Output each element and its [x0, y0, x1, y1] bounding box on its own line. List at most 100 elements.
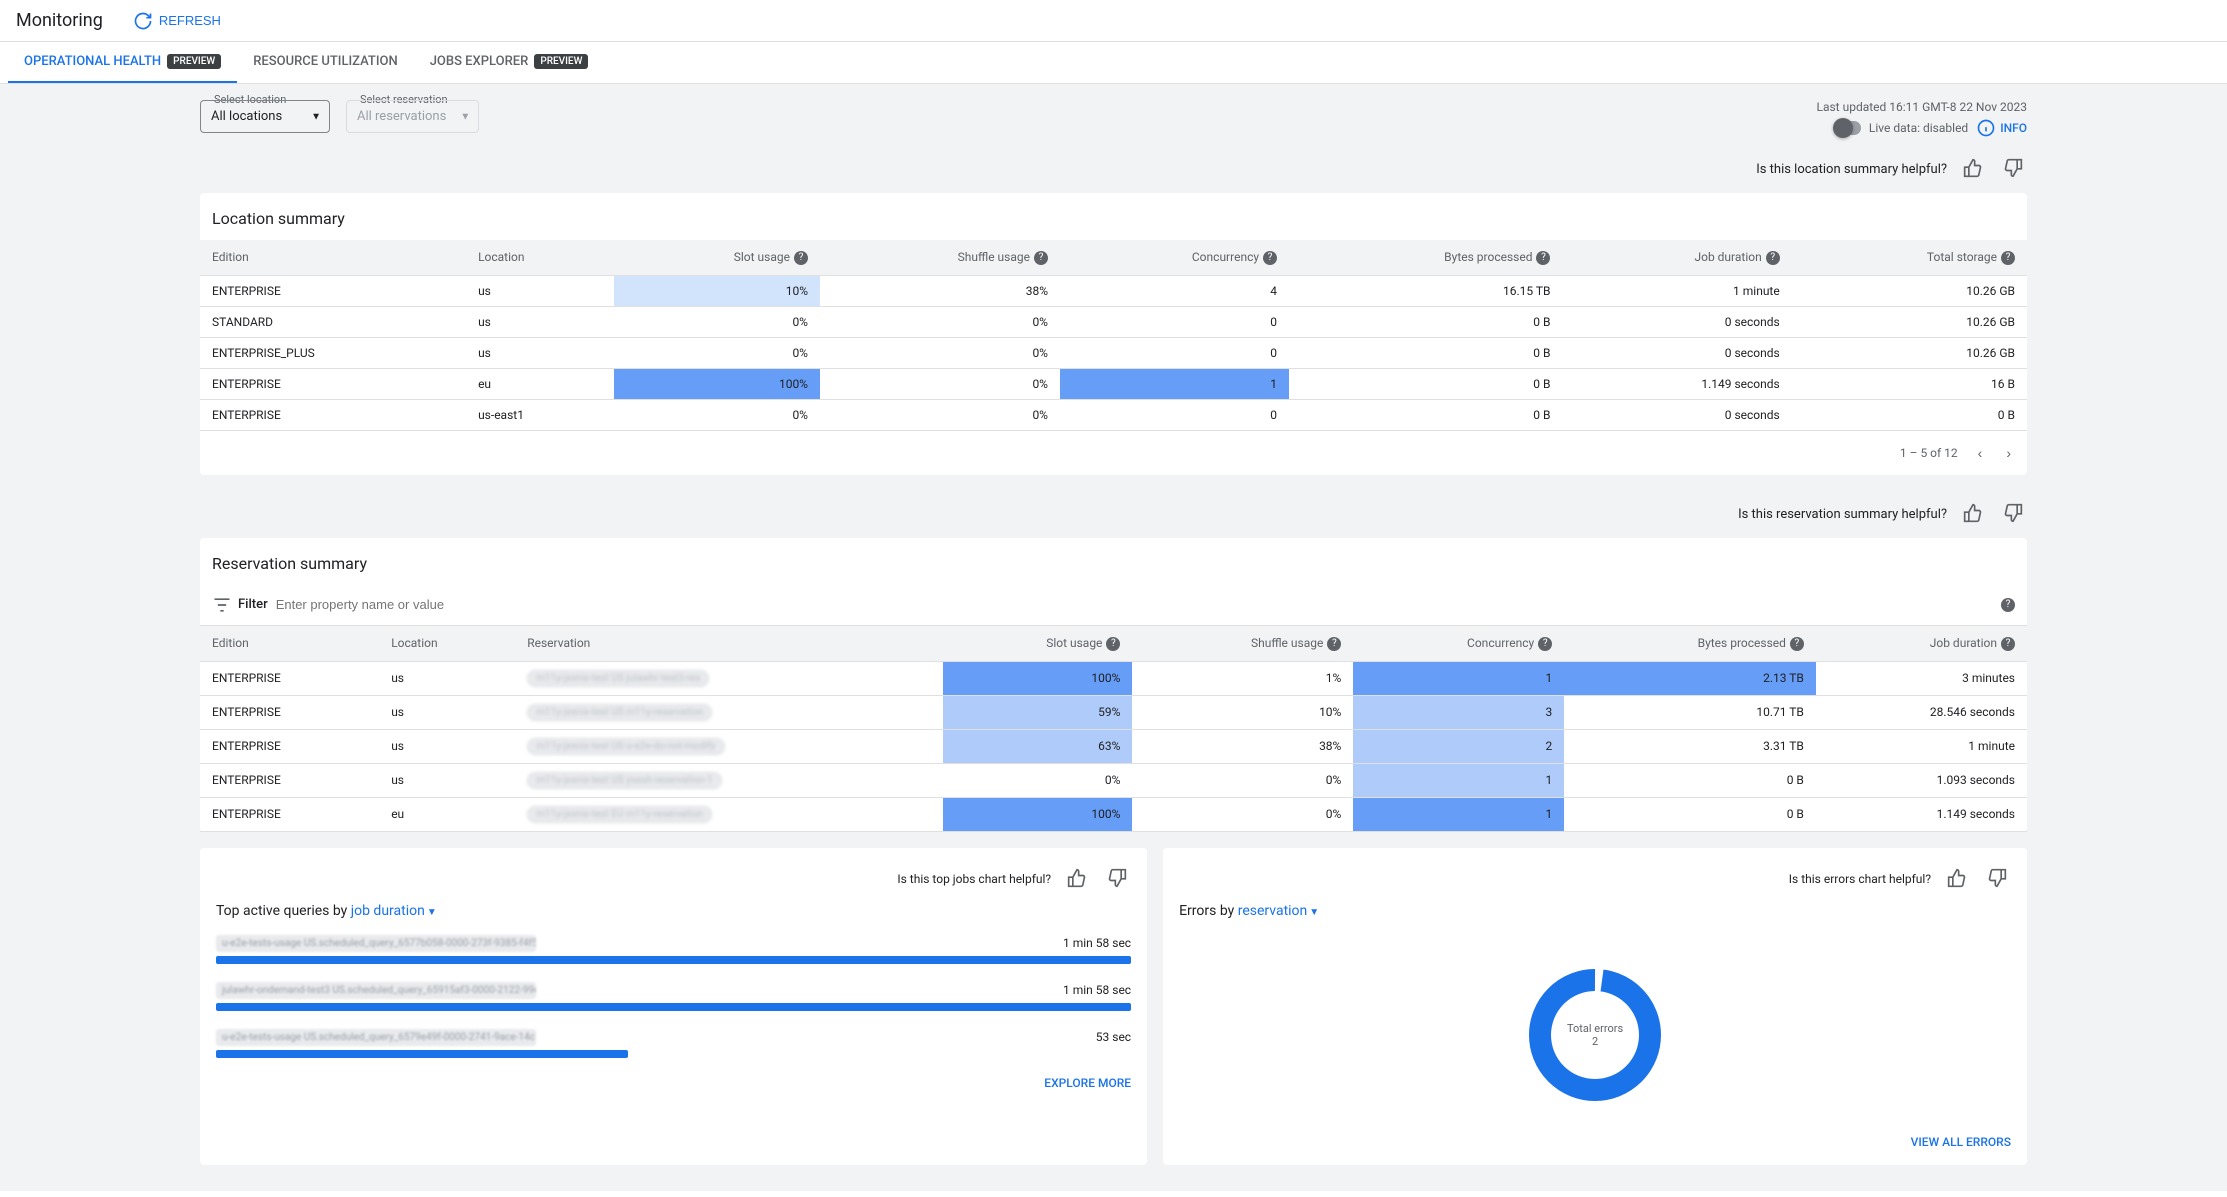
help-icon[interactable]: ? [1327, 637, 1341, 651]
cell-total-storage: 10.26 GB [1792, 275, 2027, 306]
errors-card: Is this errors chart helpful? Errors by … [1163, 848, 2027, 1165]
help-icon[interactable]: ? [1538, 637, 1552, 651]
cell-reservation: m11y-jxxnix-test US m11y-reservation [515, 695, 942, 729]
thumbs-up-icon [1963, 158, 1983, 178]
thumbs-up-icon [1963, 503, 1983, 523]
thumbs-up-icon [1067, 868, 1087, 888]
cell-shuffle-usage: 0% [820, 399, 1060, 430]
cell-concurrency: 1 [1353, 763, 1564, 797]
cell-edition: ENTERPRISE [200, 275, 466, 306]
help-icon[interactable]: ? [1536, 251, 1550, 265]
reservation-summary-section: Reservation summary Filter ? Edition Loc… [200, 538, 2027, 832]
help-icon[interactable]: ? [2001, 598, 2015, 612]
table-row: ENTERPRISE us-east1 0% 0% 0 0 B 0 second… [200, 399, 2027, 430]
prev-page-button[interactable]: ‹ [1974, 441, 1987, 465]
group-dropdown[interactable]: reservation▼ [1238, 903, 1319, 919]
section-title: Location summary [200, 193, 2027, 240]
sort-dropdown[interactable]: job duration▼ [351, 903, 437, 919]
help-icon[interactable]: ? [1263, 251, 1277, 265]
query-bar [216, 1050, 628, 1058]
table-row: ENTERPRISE us m11y-jxxnix-test US ysesh-… [200, 763, 2027, 797]
help-icon[interactable]: ? [2001, 637, 2015, 651]
cell-location: us [379, 729, 515, 763]
section-title: Reservation summary [200, 538, 2027, 585]
cell-slot-usage: 0% [614, 399, 820, 430]
cell-total-storage: 10.26 GB [1792, 306, 2027, 337]
help-icon[interactable]: ? [2001, 251, 2015, 265]
filter-input[interactable] [276, 597, 1993, 612]
cell-total-storage: 16 B [1792, 368, 2027, 399]
tab-jobs-explorer[interactable]: JOBS EXPLORER PREVIEW [414, 42, 605, 83]
cell-reservation: m11y-jxxnix-test US julawhr-test3-res [515, 661, 942, 695]
cell-bytes-processed: 0 B [1289, 337, 1562, 368]
cell-job-duration: 28.546 seconds [1816, 695, 2027, 729]
page-title: Monitoring [16, 10, 103, 31]
thumbs-up-button[interactable] [1063, 864, 1091, 895]
cell-slot-usage: 0% [614, 337, 820, 368]
cell-shuffle-usage: 0% [1132, 797, 1353, 831]
cell-edition: ENTERPRISE [200, 763, 379, 797]
tab-operational-health[interactable]: OPERATIONAL HEALTH PREVIEW [8, 42, 237, 83]
thumbs-down-button[interactable] [1983, 864, 2011, 895]
refresh-button[interactable]: REFRESH [133, 11, 221, 31]
cell-bytes-processed: 0 B [1564, 797, 1816, 831]
refresh-label: REFRESH [159, 13, 221, 28]
cell-job-duration: 1.149 seconds [1816, 797, 2027, 831]
cell-shuffle-usage: 38% [1132, 729, 1353, 763]
tab-resource-utilization[interactable]: RESOURCE UTILIZATION [237, 42, 413, 83]
table-row: ENTERPRISE us 10% 38% 4 16.15 TB 1 minut… [200, 275, 2027, 306]
explore-more-link[interactable]: EXPLORE MORE [216, 1076, 1131, 1090]
thumbs-down-icon [2003, 158, 2023, 178]
thumbs-down-button[interactable] [1999, 154, 2027, 185]
thumbs-down-button[interactable] [1103, 864, 1131, 895]
cell-job-duration: 1 minute [1562, 275, 1791, 306]
help-icon[interactable]: ? [1790, 637, 1804, 651]
pagination-range: 1 – 5 of 12 [1900, 446, 1958, 460]
cell-job-duration: 3 minutes [1816, 661, 2027, 695]
cell-bytes-processed: 3.31 TB [1564, 729, 1816, 763]
query-bar [216, 956, 1131, 964]
chevron-down-icon: ▼ [460, 111, 470, 122]
query-duration: 53 sec [1096, 1030, 1131, 1044]
cell-location: us [379, 695, 515, 729]
location-select[interactable]: All locations ▼ [200, 100, 330, 133]
cell-concurrency: 1 [1353, 661, 1564, 695]
cell-concurrency: 1 [1353, 797, 1564, 831]
cell-edition: ENTERPRISE [200, 729, 379, 763]
thumbs-up-icon [1947, 868, 1967, 888]
cell-reservation: m11y-jxxnix-test US u-e2e-do-not-modify [515, 729, 942, 763]
live-data-label: Live data: disabled [1869, 121, 1968, 135]
live-data-toggle[interactable] [1835, 121, 1861, 135]
col-location: Location [379, 626, 515, 661]
col-shuffle-usage: Shuffle usage? [1132, 626, 1353, 661]
next-page-button[interactable]: › [2002, 441, 2015, 465]
view-all-errors-link[interactable]: VIEW ALL ERRORS [1179, 1135, 2011, 1149]
col-edition: Edition [200, 240, 466, 275]
cell-slot-usage: 10% [614, 275, 820, 306]
col-concurrency: Concurrency? [1060, 240, 1289, 275]
reservation-select[interactable]: All reservations ▼ [346, 100, 479, 133]
preview-badge: PREVIEW [534, 54, 588, 69]
cell-slot-usage: 100% [943, 661, 1133, 695]
table-row: STANDARD us 0% 0% 0 0 B 0 seconds 10.26 … [200, 306, 2027, 337]
info-button[interactable]: INFO [1976, 118, 2027, 138]
cell-concurrency: 2 [1353, 729, 1564, 763]
cell-concurrency: 0 [1060, 399, 1289, 430]
table-row: ENTERPRISE eu m11y-jxxnix-test EU m11y-r… [200, 797, 2027, 831]
filter-icon [212, 595, 232, 615]
thumbs-up-button[interactable] [1959, 154, 1987, 185]
cell-bytes-processed: 0 B [1289, 399, 1562, 430]
help-icon[interactable]: ? [1766, 251, 1780, 265]
cell-concurrency: 0 [1060, 306, 1289, 337]
cell-edition: STANDARD [200, 306, 466, 337]
thumbs-up-button[interactable] [1943, 864, 1971, 895]
thumbs-down-button[interactable] [1999, 499, 2027, 530]
cell-edition: ENTERPRISE [200, 399, 466, 430]
help-icon[interactable]: ? [1106, 637, 1120, 651]
help-icon[interactable]: ? [794, 251, 808, 265]
query-item: u-e2e-tests-usage US.scheduled_query_657… [216, 1029, 1131, 1058]
table-row: ENTERPRISE us m11y-jxxnix-test US u-e2e-… [200, 729, 2027, 763]
help-icon[interactable]: ? [1034, 251, 1048, 265]
table-row: ENTERPRISE us m11y-jxxnix-test US m11y-r… [200, 695, 2027, 729]
thumbs-up-button[interactable] [1959, 499, 1987, 530]
